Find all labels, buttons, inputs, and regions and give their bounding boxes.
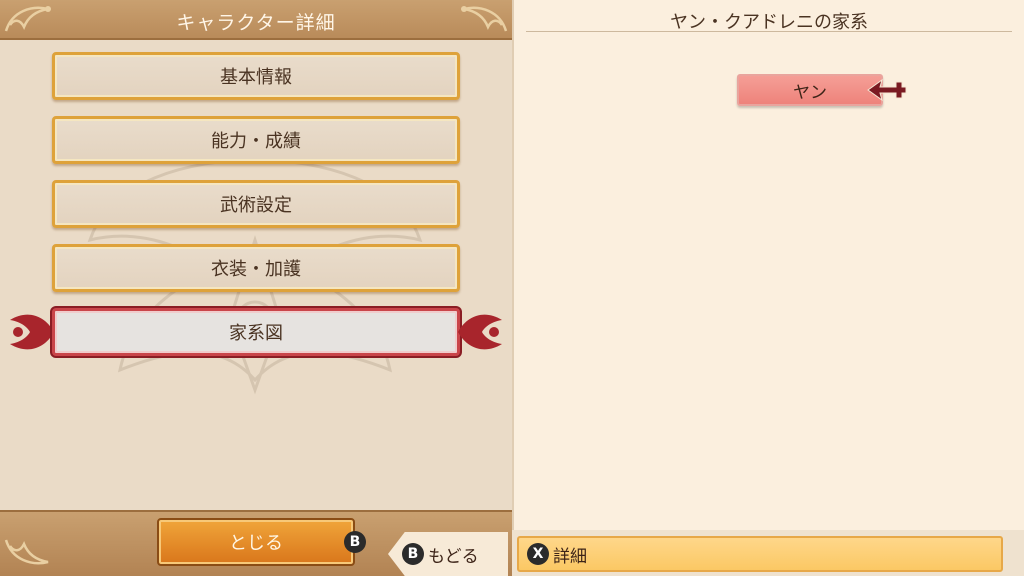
corner-ornament-icon xyxy=(461,6,508,32)
menu-item-label: 武術設定 xyxy=(220,195,292,216)
selection-ornament-icon xyxy=(10,314,54,350)
menu-item-label: 基本情報 xyxy=(220,67,292,88)
close-button[interactable]: とじる xyxy=(157,518,355,566)
menu-item-family-tree[interactable]: 家系図 xyxy=(52,308,460,356)
detail-button[interactable]: X 詳細 xyxy=(517,536,1003,572)
menu-item-label: 能力・成績 xyxy=(211,131,301,152)
close-button-label: とじる xyxy=(229,533,283,554)
menu-item-ability-record[interactable]: 能力・成績 xyxy=(52,116,460,164)
pointer-cursor-icon xyxy=(867,78,907,102)
menu-item-label: 衣装・加護 xyxy=(211,259,301,280)
left-header: キャラクター詳細 xyxy=(0,0,512,40)
family-tree-node[interactable]: ヤン xyxy=(737,74,883,106)
b-button-icon: B xyxy=(402,543,424,565)
corner-ornament-icon xyxy=(4,539,49,565)
left-panel: キャラクター詳細 基本情報 能力・成績 武術設定 衣装・加護 家系図 とじる B xyxy=(0,0,512,576)
title-divider xyxy=(526,31,1012,32)
detail-label: 詳細 xyxy=(553,546,587,567)
panel-title: キャラクター詳細 xyxy=(176,12,336,34)
menu-item-basic-info[interactable]: 基本情報 xyxy=(52,52,460,100)
family-tree-node-label: ヤン xyxy=(793,82,827,103)
x-button-icon: X xyxy=(527,543,549,565)
selection-ornament-icon xyxy=(458,314,502,350)
menu-item-label: 家系図 xyxy=(229,323,283,344)
back-label: もどる xyxy=(428,546,479,567)
b-button-icon: B xyxy=(344,531,366,553)
menu-item-costume-blessing[interactable]: 衣装・加護 xyxy=(52,244,460,292)
menu-item-martial-settings[interactable]: 武術設定 xyxy=(52,180,460,228)
back-button[interactable]: B もどる xyxy=(388,532,508,576)
